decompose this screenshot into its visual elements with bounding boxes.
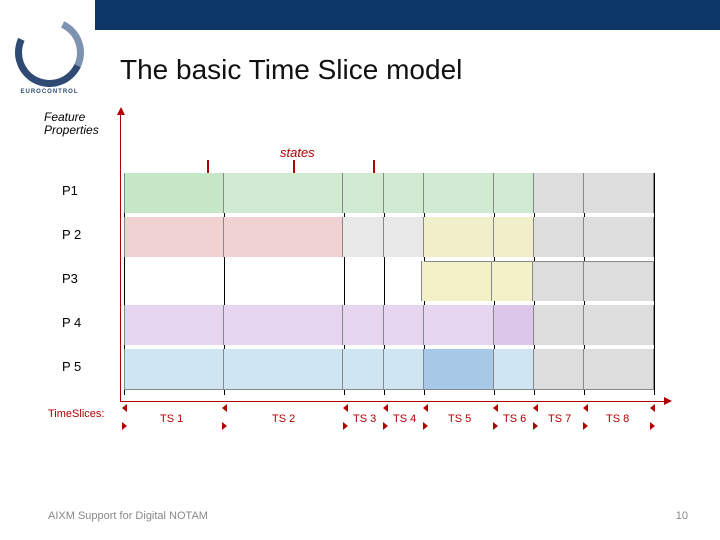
ts-label: TS 4	[393, 413, 416, 425]
logo-text: EUROCONTROL	[15, 89, 84, 95]
logo-arc-icon	[5, 8, 93, 96]
tick-icon	[650, 399, 658, 407]
plot-area	[124, 173, 654, 395]
y-axis-label: FeatureProperties	[44, 111, 99, 137]
y-axis	[120, 113, 121, 401]
page-number: 10	[676, 510, 688, 522]
tick-icon	[343, 399, 351, 407]
page-title: The basic Time Slice model	[120, 54, 462, 86]
tick-icon	[493, 399, 501, 407]
ts-label: TS 7	[548, 413, 571, 425]
row-label: P 2	[62, 227, 81, 242]
row-label: P1	[62, 183, 78, 198]
table-row	[124, 349, 654, 389]
header-bar	[95, 0, 720, 30]
table-row	[124, 217, 654, 257]
grid-line	[654, 173, 655, 395]
row-label: P3	[62, 271, 78, 286]
ts-label: TS 3	[353, 413, 376, 425]
tick-icon	[383, 399, 391, 407]
tick-icon	[533, 399, 541, 407]
row-label: P 4	[62, 315, 81, 330]
footer-text: AIXM Support for Digital NOTAM	[48, 510, 208, 522]
tick-icon	[583, 399, 591, 407]
table-row	[124, 173, 654, 213]
ts-label: TS 1	[160, 413, 183, 425]
row-label: P 5	[62, 359, 81, 374]
grid-line	[124, 389, 654, 390]
eurocontrol-logo: EUROCONTROL	[15, 18, 84, 95]
tick-icon	[423, 399, 431, 407]
x-axis-label: TimeSlices:	[48, 408, 104, 420]
ts-label: TS 5	[448, 413, 471, 425]
ts-label: TS 2	[272, 413, 295, 425]
tick-icon	[222, 399, 230, 407]
ts-label: TS 8	[606, 413, 629, 425]
grid-line	[424, 261, 654, 262]
diagram: FeatureProperties TimeSlices: states P1 …	[50, 115, 670, 415]
ts-label: TS 6	[503, 413, 526, 425]
table-row	[124, 261, 654, 301]
table-row	[124, 305, 654, 345]
tick-icon	[122, 399, 130, 407]
states-annotation: states	[280, 145, 315, 160]
